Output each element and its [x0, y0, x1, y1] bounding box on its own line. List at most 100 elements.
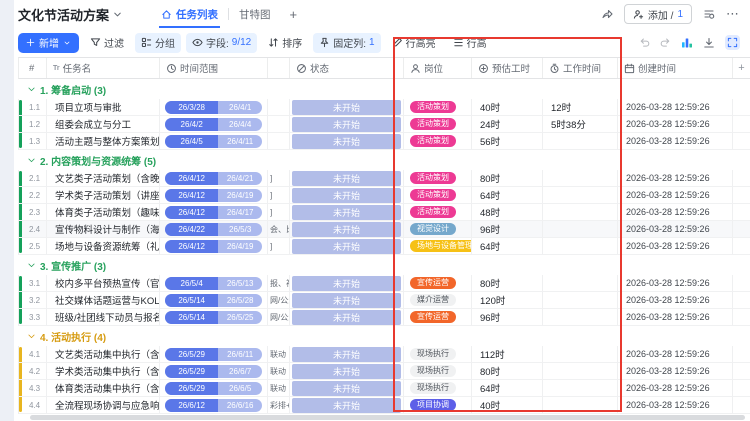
cell-date-range[interactable]: 26/6/12 26/6/16 [160, 397, 268, 414]
cell-role[interactable]: 视觉设计 [404, 221, 472, 238]
cell-blank[interactable] [733, 133, 750, 150]
sort-button[interactable]: 排序 [262, 33, 308, 53]
cell-blank[interactable] [733, 292, 750, 309]
cell-date-range[interactable]: 26/4/12 26/4/19 [160, 187, 268, 204]
cell-extra-text[interactable]: 联动 [268, 363, 290, 380]
cell-created-time[interactable]: 2026-03-28 12:59:26 [618, 380, 733, 397]
column-header-work[interactable]: 工作时间 [543, 58, 618, 78]
cell-row-number[interactable]: 2.2 [19, 187, 47, 204]
cell-created-time[interactable]: 2026-03-28 12:59:26 [618, 204, 733, 221]
cell-row-number[interactable]: 4.2 [19, 363, 47, 380]
add-member-button[interactable]: 添加 / 1 [623, 4, 692, 24]
cell-estimated-hours[interactable]: 120时 [472, 292, 543, 309]
cell-work-time[interactable] [543, 363, 618, 380]
cell-status[interactable]: 未开始 [290, 116, 404, 133]
pin-columns-button[interactable]: 固定列: 1 [313, 32, 381, 53]
cell-extra-text[interactable]: 会、比 [268, 221, 290, 238]
cell-role[interactable]: 场地与设备管理 [404, 238, 472, 255]
cell-blank[interactable] [733, 275, 750, 292]
cell-date-range[interactable]: 26/4/22 26/5/3 [160, 221, 268, 238]
cell-status[interactable]: 未开始 [290, 99, 404, 116]
column-header-task[interactable]: Tr 任务名 [47, 58, 160, 78]
cell-created-time[interactable]: 2026-03-28 12:59:26 [618, 346, 733, 363]
cell-row-number[interactable]: 1.2 [19, 116, 47, 133]
cell-estimated-hours[interactable]: 56时 [472, 133, 543, 150]
cell-date-range[interactable]: 26/5/29 26/6/11 [160, 346, 268, 363]
cell-extra-text[interactable]: 网/公众 [268, 292, 290, 309]
cell-status[interactable]: 未开始 [290, 292, 404, 309]
cell-created-time[interactable]: 2026-03-28 12:59:26 [618, 116, 733, 133]
cell-created-time[interactable]: 2026-03-28 12:59:26 [618, 397, 733, 414]
cell-created-time[interactable]: 2026-03-28 12:59:26 [618, 292, 733, 309]
group-collapse-chevron-icon[interactable] [27, 85, 36, 94]
cell-status[interactable]: 未开始 [290, 170, 404, 187]
cell-status[interactable]: 未开始 [290, 238, 404, 255]
cell-row-number[interactable]: 3.2 [19, 292, 47, 309]
redo-button[interactable] [660, 37, 671, 48]
cell-date-range[interactable]: 26/4/12 26/4/17 [160, 204, 268, 221]
cell-role[interactable]: 宣传运营 [404, 309, 472, 326]
cell-created-time[interactable]: 2026-03-28 12:59:26 [618, 363, 733, 380]
cell-estimated-hours[interactable]: 80时 [472, 275, 543, 292]
cell-blank[interactable] [733, 346, 750, 363]
cell-role[interactable]: 活动策划 [404, 133, 472, 150]
more-button[interactable]: ⋯ [726, 6, 740, 22]
cell-row-number[interactable]: 4.3 [19, 380, 47, 397]
cell-blank[interactable] [733, 170, 750, 187]
cell-estimated-hours[interactable]: 80时 [472, 363, 543, 380]
add-view-button[interactable]: + [281, 7, 307, 22]
cell-estimated-hours[interactable]: 40时 [472, 397, 543, 414]
cell-date-range[interactable]: 26/4/12 26/4/21 [160, 170, 268, 187]
row-highlight-button[interactable]: 行高亮 [386, 33, 442, 53]
cell-task-name[interactable]: 社交媒体话题运营与KOL... [47, 292, 160, 309]
column-header-plus[interactable]: + [733, 58, 750, 78]
cell-task-name[interactable]: 体育类子活动策划（趣味... [47, 204, 160, 221]
cell-extra-text[interactable]: 网/公众 [268, 309, 290, 326]
cell-estimated-hours[interactable]: 64时 [472, 238, 543, 255]
cell-status[interactable]: 未开始 [290, 346, 404, 363]
cell-work-time[interactable] [543, 346, 618, 363]
cell-blank[interactable] [733, 309, 750, 326]
cell-work-time[interactable] [543, 170, 618, 187]
tab-task-list[interactable]: 任务列表 [151, 0, 228, 28]
cell-blank[interactable] [733, 363, 750, 380]
cell-role[interactable]: 媒介运营 [404, 292, 472, 309]
cell-row-number[interactable]: 2.5 [19, 238, 47, 255]
cell-extra-text[interactable]: 报、视 [268, 275, 290, 292]
share-button[interactable] [601, 8, 613, 20]
cell-blank[interactable] [733, 238, 750, 255]
cell-row-number[interactable]: 1.1 [19, 99, 47, 116]
cell-extra-text[interactable]: ] [268, 170, 290, 187]
cell-date-range[interactable]: 26/4/5 26/4/11 [160, 133, 268, 150]
cell-task-name[interactable]: 项目立项与审批 [47, 99, 160, 116]
group-header[interactable]: 3. 宣传推广 (3) [14, 255, 750, 275]
cell-row-number[interactable]: 3.1 [19, 275, 47, 292]
cell-task-name[interactable]: 学术类活动集中执行（含... [47, 363, 160, 380]
cell-work-time[interactable] [543, 397, 618, 414]
cell-task-name[interactable]: 校内多平台预热宣传（官... [47, 275, 160, 292]
cell-estimated-hours[interactable]: 112时 [472, 346, 543, 363]
cell-date-range[interactable]: 26/5/29 26/6/7 [160, 363, 268, 380]
cell-role[interactable]: 活动策划 [404, 187, 472, 204]
undo-button[interactable] [639, 37, 650, 48]
column-header-num[interactable]: # [19, 58, 47, 78]
cell-extra-text[interactable]: ] [268, 187, 290, 204]
cell-blank[interactable] [733, 397, 750, 414]
cell-role[interactable]: 现场执行 [404, 363, 472, 380]
cell-task-name[interactable]: 体育类活动集中执行（含... [47, 380, 160, 397]
cell-extra-text[interactable]: ] [268, 238, 290, 255]
cell-status[interactable]: 未开始 [290, 380, 404, 397]
cell-extra-text[interactable]: 联动 [268, 380, 290, 397]
cell-row-number[interactable]: 1.3 [19, 133, 47, 150]
column-header-range[interactable]: 时间范围 [160, 58, 268, 78]
cell-status[interactable]: 未开始 [290, 187, 404, 204]
cell-extra-text[interactable]: ] [268, 204, 290, 221]
cell-date-range[interactable]: 26/5/14 26/5/25 [160, 309, 268, 326]
cell-role[interactable]: 活动策划 [404, 170, 472, 187]
group-header[interactable]: 2. 内容策划与资源统筹 (5) [14, 150, 750, 170]
cell-row-number[interactable]: 2.1 [19, 170, 47, 187]
cell-date-range[interactable]: 26/5/29 26/6/5 [160, 380, 268, 397]
cell-row-number[interactable]: 4.4 [19, 397, 47, 414]
cell-work-time[interactable]: 12时 [543, 99, 618, 116]
cell-estimated-hours[interactable]: 48时 [472, 204, 543, 221]
